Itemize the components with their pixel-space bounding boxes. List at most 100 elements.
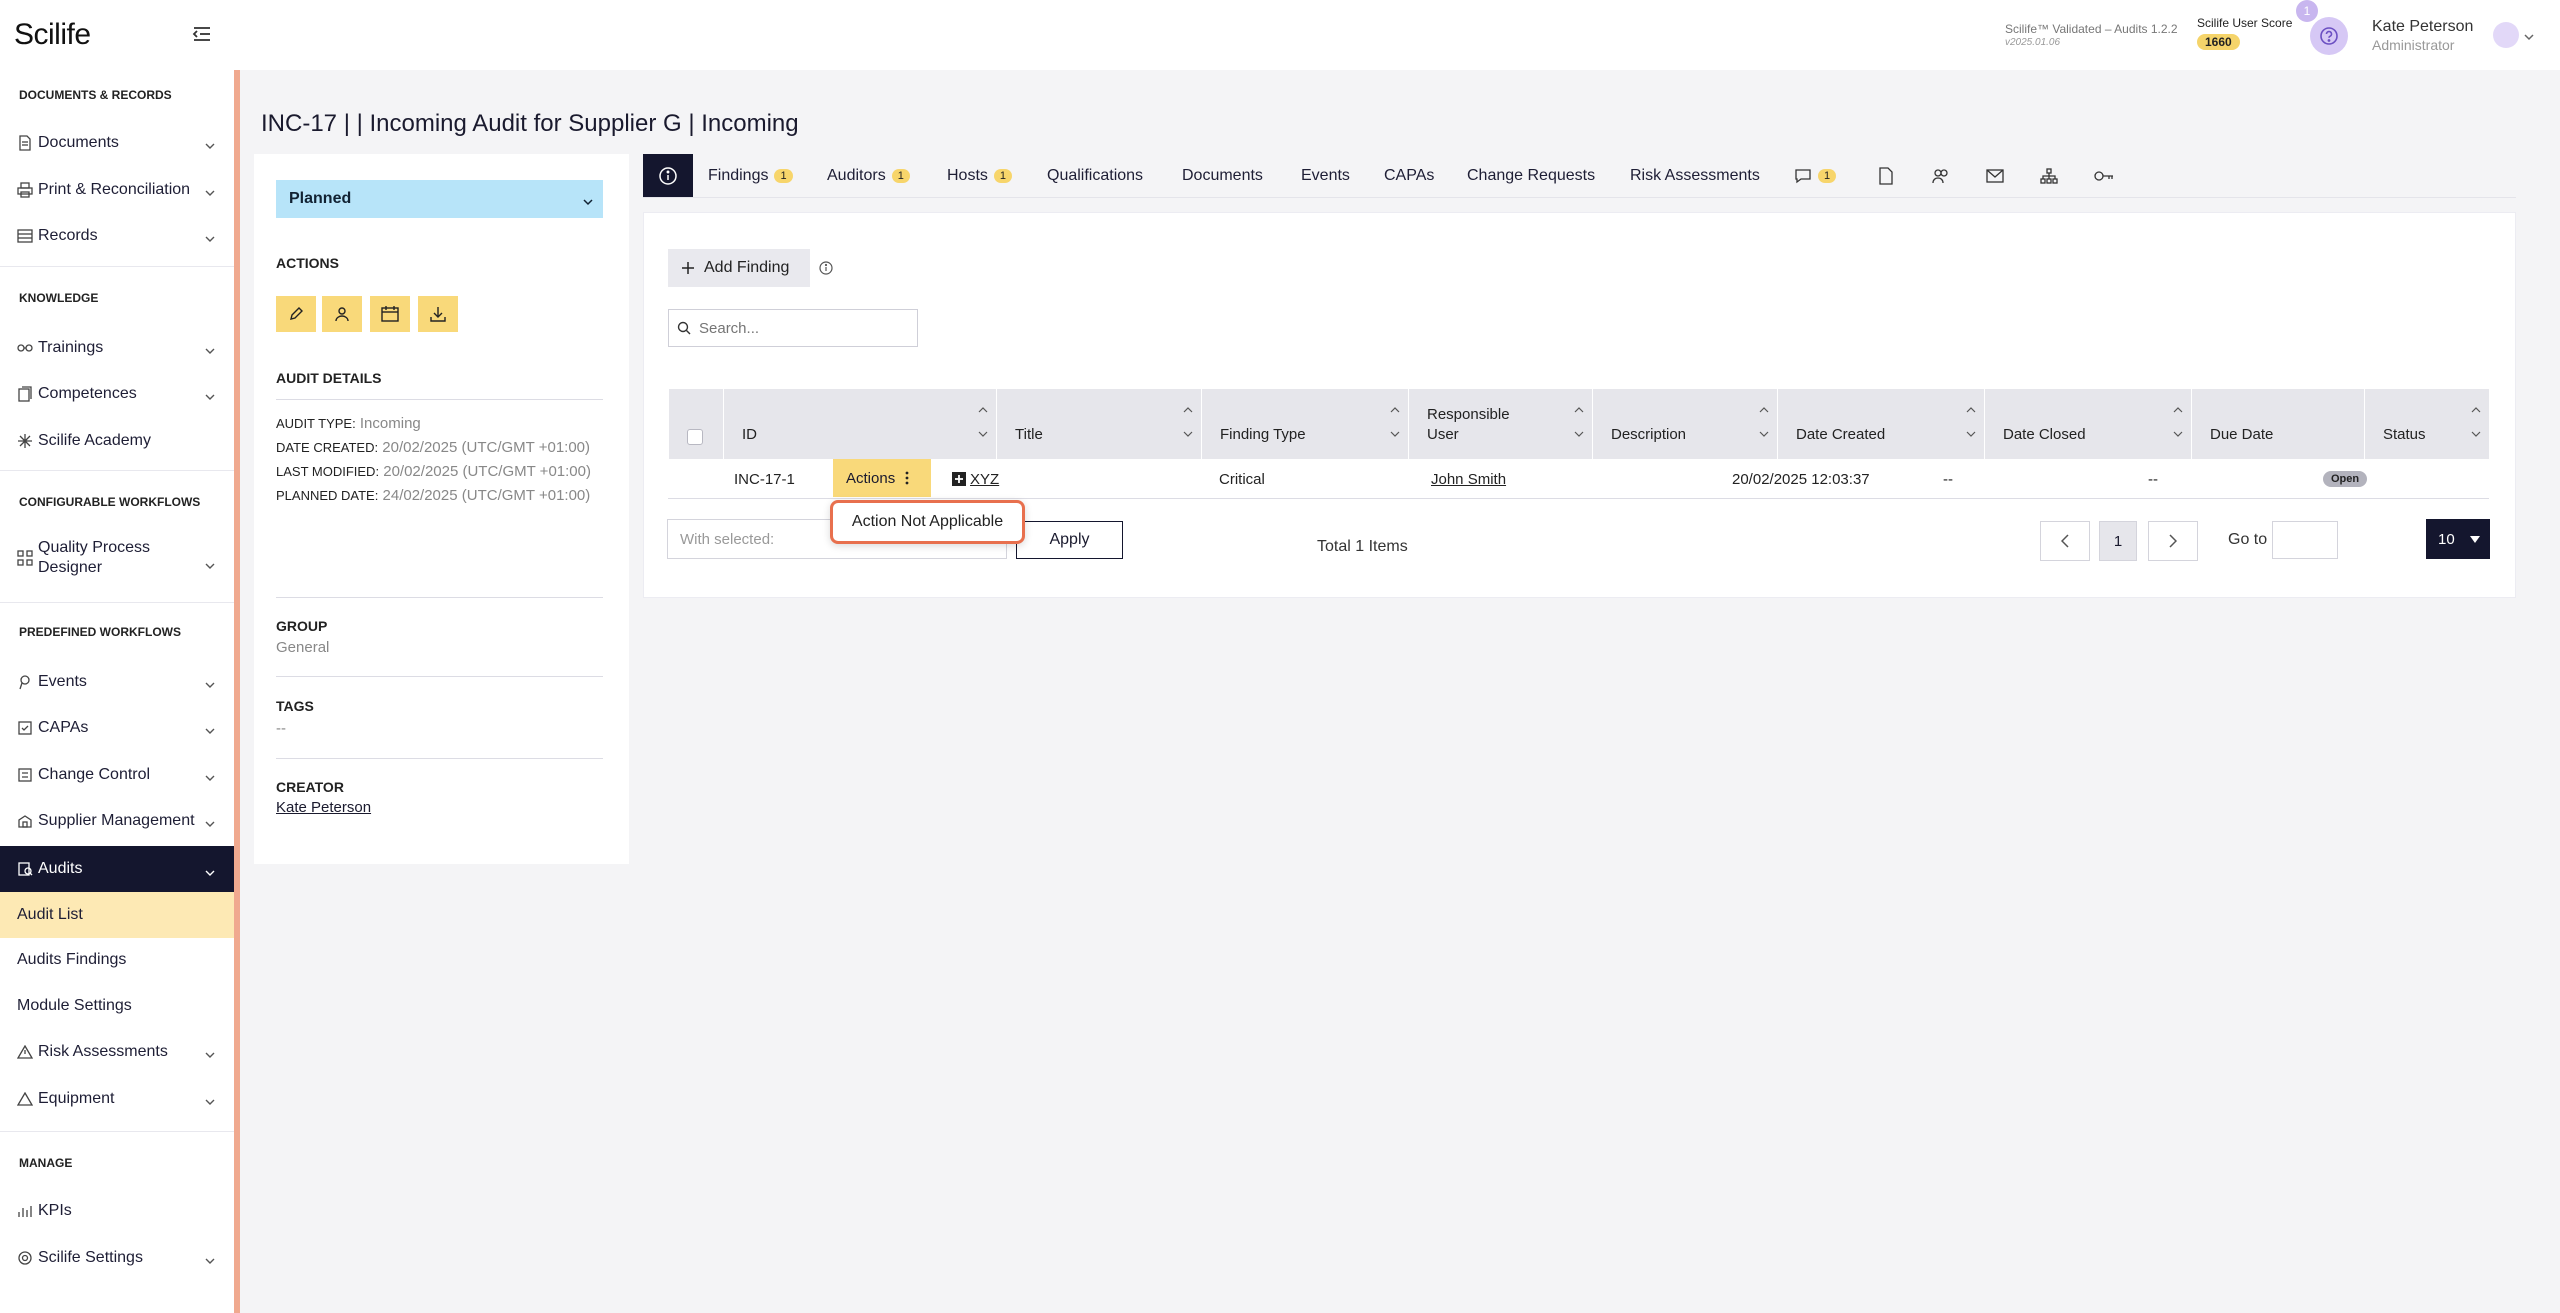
sidebar-item-change-control[interactable]: Change Control (0, 755, 234, 795)
notification-badge[interactable]: 1 (2296, 0, 2318, 22)
row-actions-button[interactable]: Actions (833, 459, 931, 497)
user-info[interactable]: Kate Peterson Administrator (2372, 18, 2473, 54)
column-date-created[interactable]: Date Created (1777, 389, 1984, 459)
download-button[interactable] (418, 296, 458, 332)
sort-icon (1759, 407, 1769, 443)
sidebar-item-quality-process-designer[interactable]: Quality Process Designer (0, 538, 234, 584)
sidebar-item-module-settings[interactable]: Module Settings (0, 986, 234, 1026)
column-responsible-user[interactable]: Responsible User (1408, 389, 1592, 459)
sidebar-item-documents[interactable]: Documents (0, 123, 234, 163)
column-due-date[interactable]: Due Date (2191, 389, 2364, 459)
column-description[interactable]: Description (1592, 389, 1777, 459)
sidebar-item-scilife-academy[interactable]: Scilife Academy (0, 421, 234, 461)
change-control-icon (17, 767, 33, 783)
sidebar-item-kpis[interactable]: KPIs (0, 1191, 234, 1231)
sidebar-item-label: Scilife Academy (38, 432, 151, 449)
sidebar-item-trainings[interactable]: Trainings (0, 328, 234, 368)
competences-icon (17, 386, 33, 402)
select-all-checkbox[interactable] (687, 429, 703, 445)
tab-emails[interactable] (1986, 154, 2004, 197)
date-created-label: DATE CREATED: (276, 440, 379, 455)
finding-id: INC-17-1 (734, 470, 795, 488)
tab-hosts[interactable]: Hosts 1 (947, 154, 1013, 197)
designer-icon (17, 550, 33, 566)
tab-comments[interactable]: 1 (1794, 154, 1837, 197)
schedule-button[interactable] (370, 296, 410, 332)
tab-hierarchy[interactable] (2040, 154, 2058, 197)
date-created-value: 20/02/2025 (UTC/GMT +01:00) (382, 439, 591, 456)
finding-title-link[interactable]: XYZ (970, 471, 999, 488)
last-modified-value: 20/02/2025 (UTC/GMT +01:00) (383, 463, 591, 480)
responsible-user-link[interactable]: John Smith (1431, 459, 1506, 499)
finding-date-closed: -- (1943, 470, 1953, 488)
help-button[interactable] (2310, 17, 2348, 55)
tab-participants[interactable] (1932, 154, 1950, 197)
search-input[interactable] (699, 319, 909, 337)
tab-documents[interactable]: Documents (1182, 154, 1263, 197)
column-title[interactable]: Title (996, 389, 1201, 459)
sidebar-item-audit-list[interactable]: Audit List (0, 892, 234, 938)
sidebar-item-print-reconciliation[interactable]: Print & Reconciliation (0, 170, 234, 210)
goto-page-input[interactable] (2272, 521, 2338, 559)
tab-qualifications[interactable]: Qualifications (1047, 154, 1143, 197)
dropdown-item-action-not-applicable[interactable]: Action Not Applicable (830, 500, 1025, 544)
edit-button[interactable] (276, 296, 316, 332)
sidebar-item-label: Equipment (38, 1090, 115, 1107)
tab-risk-assessments[interactable]: Risk Assessments (1630, 154, 1760, 197)
column-finding-type[interactable]: Finding Type (1201, 389, 1408, 459)
group-heading: GROUP (276, 618, 328, 634)
creator-link[interactable]: Kate Peterson (276, 799, 371, 816)
chevron-down-icon (205, 722, 215, 740)
sort-icon (2173, 407, 2183, 443)
avatar[interactable] (2493, 22, 2519, 48)
sidebar-item-label: Audits (38, 860, 83, 877)
tab-info[interactable] (643, 154, 693, 197)
sidebar-item-records[interactable]: Records (0, 216, 234, 256)
sidebar-item-competences[interactable]: Competences (0, 374, 234, 414)
tab-change-requests[interactable]: Change Requests (1467, 154, 1595, 197)
divider (0, 470, 234, 471)
equipment-icon (17, 1091, 33, 1107)
sidebar-item-capas[interactable]: CAPAs (0, 708, 234, 748)
expand-icon[interactable] (952, 472, 966, 486)
sidebar-item-scilife-settings[interactable]: Scilife Settings (0, 1238, 234, 1278)
chevron-down-icon[interactable] (2524, 28, 2534, 46)
audit-details-panel: Planned ACTIONS AUDIT DETAILS AUDIT TYPE… (254, 154, 629, 864)
chevron-down-icon (205, 230, 215, 248)
status-select[interactable]: Planned (276, 180, 603, 218)
divider (276, 597, 603, 598)
assign-user-button[interactable] (322, 296, 362, 332)
sidebar-item-supplier-management[interactable]: Supplier Management (0, 801, 234, 841)
sidebar-item-label: Documents (38, 134, 119, 151)
sidebar-item-events[interactable]: Events (0, 662, 234, 702)
column-status[interactable]: Status (2364, 389, 2489, 459)
version-build: v2025.01.06 (2005, 37, 2061, 48)
tab-auditors[interactable]: Auditors 1 (827, 154, 910, 197)
apply-button[interactable]: Apply (1016, 521, 1123, 559)
collapse-sidebar-icon[interactable] (190, 22, 216, 48)
add-finding-button[interactable]: Add Finding (668, 249, 810, 287)
tab-permissions[interactable] (2094, 154, 2114, 197)
sidebar-item-risk-assessments[interactable]: Risk Assessments (0, 1032, 234, 1072)
page-size-select[interactable]: 10 (2426, 519, 2490, 559)
app-logo[interactable]: Scilife (14, 18, 91, 52)
previous-page-button[interactable] (2040, 521, 2090, 561)
select-all-cell (668, 389, 723, 459)
tab-findings[interactable]: Findings 1 (708, 154, 793, 197)
info-icon[interactable] (819, 261, 833, 280)
sidebar-item-equipment[interactable]: Equipment (0, 1079, 234, 1119)
tab-attachments[interactable] (1879, 154, 1893, 197)
search-box (668, 309, 918, 347)
chevron-down-icon (205, 556, 215, 576)
finding-title[interactable]: XYZ (952, 459, 999, 499)
page-number-button[interactable]: 1 (2099, 521, 2137, 561)
tab-events[interactable]: Events (1301, 154, 1350, 197)
sidebar-item-audits[interactable]: Audits (0, 846, 234, 892)
column-date-closed[interactable]: Date Closed (1984, 389, 2191, 459)
column-label: Responsible User (1427, 406, 1510, 443)
next-page-button[interactable] (2148, 521, 2198, 561)
column-id[interactable]: ID (723, 389, 996, 459)
sidebar-item-audits-findings[interactable]: Audits Findings (0, 940, 234, 980)
tab-capas[interactable]: CAPAs (1384, 154, 1434, 197)
caret-down-icon (2470, 536, 2480, 543)
